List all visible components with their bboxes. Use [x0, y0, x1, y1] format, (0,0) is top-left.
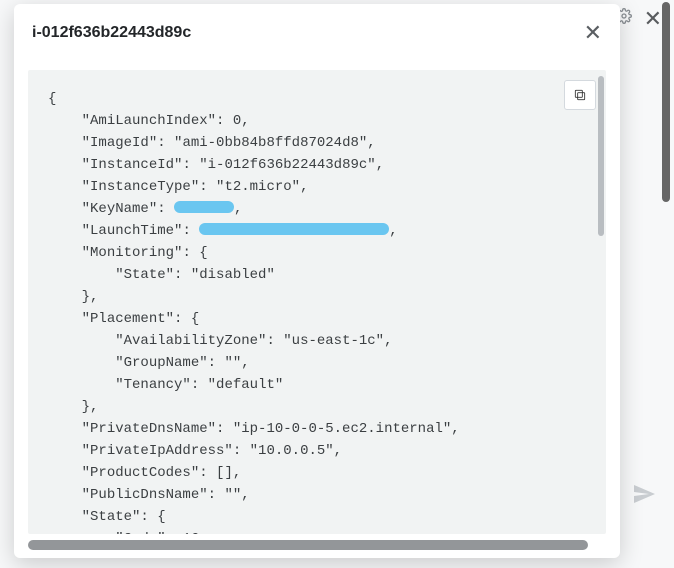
- code-block: { "AmiLaunchIndex": 0, "ImageId": "ami-0…: [28, 70, 606, 534]
- modal-header: i-012f636b22443d89c ✕: [14, 4, 620, 60]
- page-close-icon[interactable]: ✕: [644, 6, 662, 32]
- modal-title: i-012f636b22443d89c: [32, 24, 191, 42]
- redacted-keyname: [174, 201, 234, 213]
- horizontal-scrollbar[interactable]: [28, 540, 588, 550]
- page-scrollbar[interactable]: [662, 2, 670, 202]
- copy-button[interactable]: [564, 80, 596, 110]
- redacted-launchtime: [199, 223, 389, 235]
- send-icon[interactable]: [632, 482, 656, 504]
- code-scrollbar[interactable]: [598, 76, 604, 236]
- json-content[interactable]: { "AmiLaunchIndex": 0, "ImageId": "ami-0…: [28, 70, 606, 534]
- modal-close-icon[interactable]: ✕: [584, 20, 602, 46]
- instance-details-modal: i-012f636b22443d89c ✕ { "AmiLaunchIndex"…: [14, 4, 620, 558]
